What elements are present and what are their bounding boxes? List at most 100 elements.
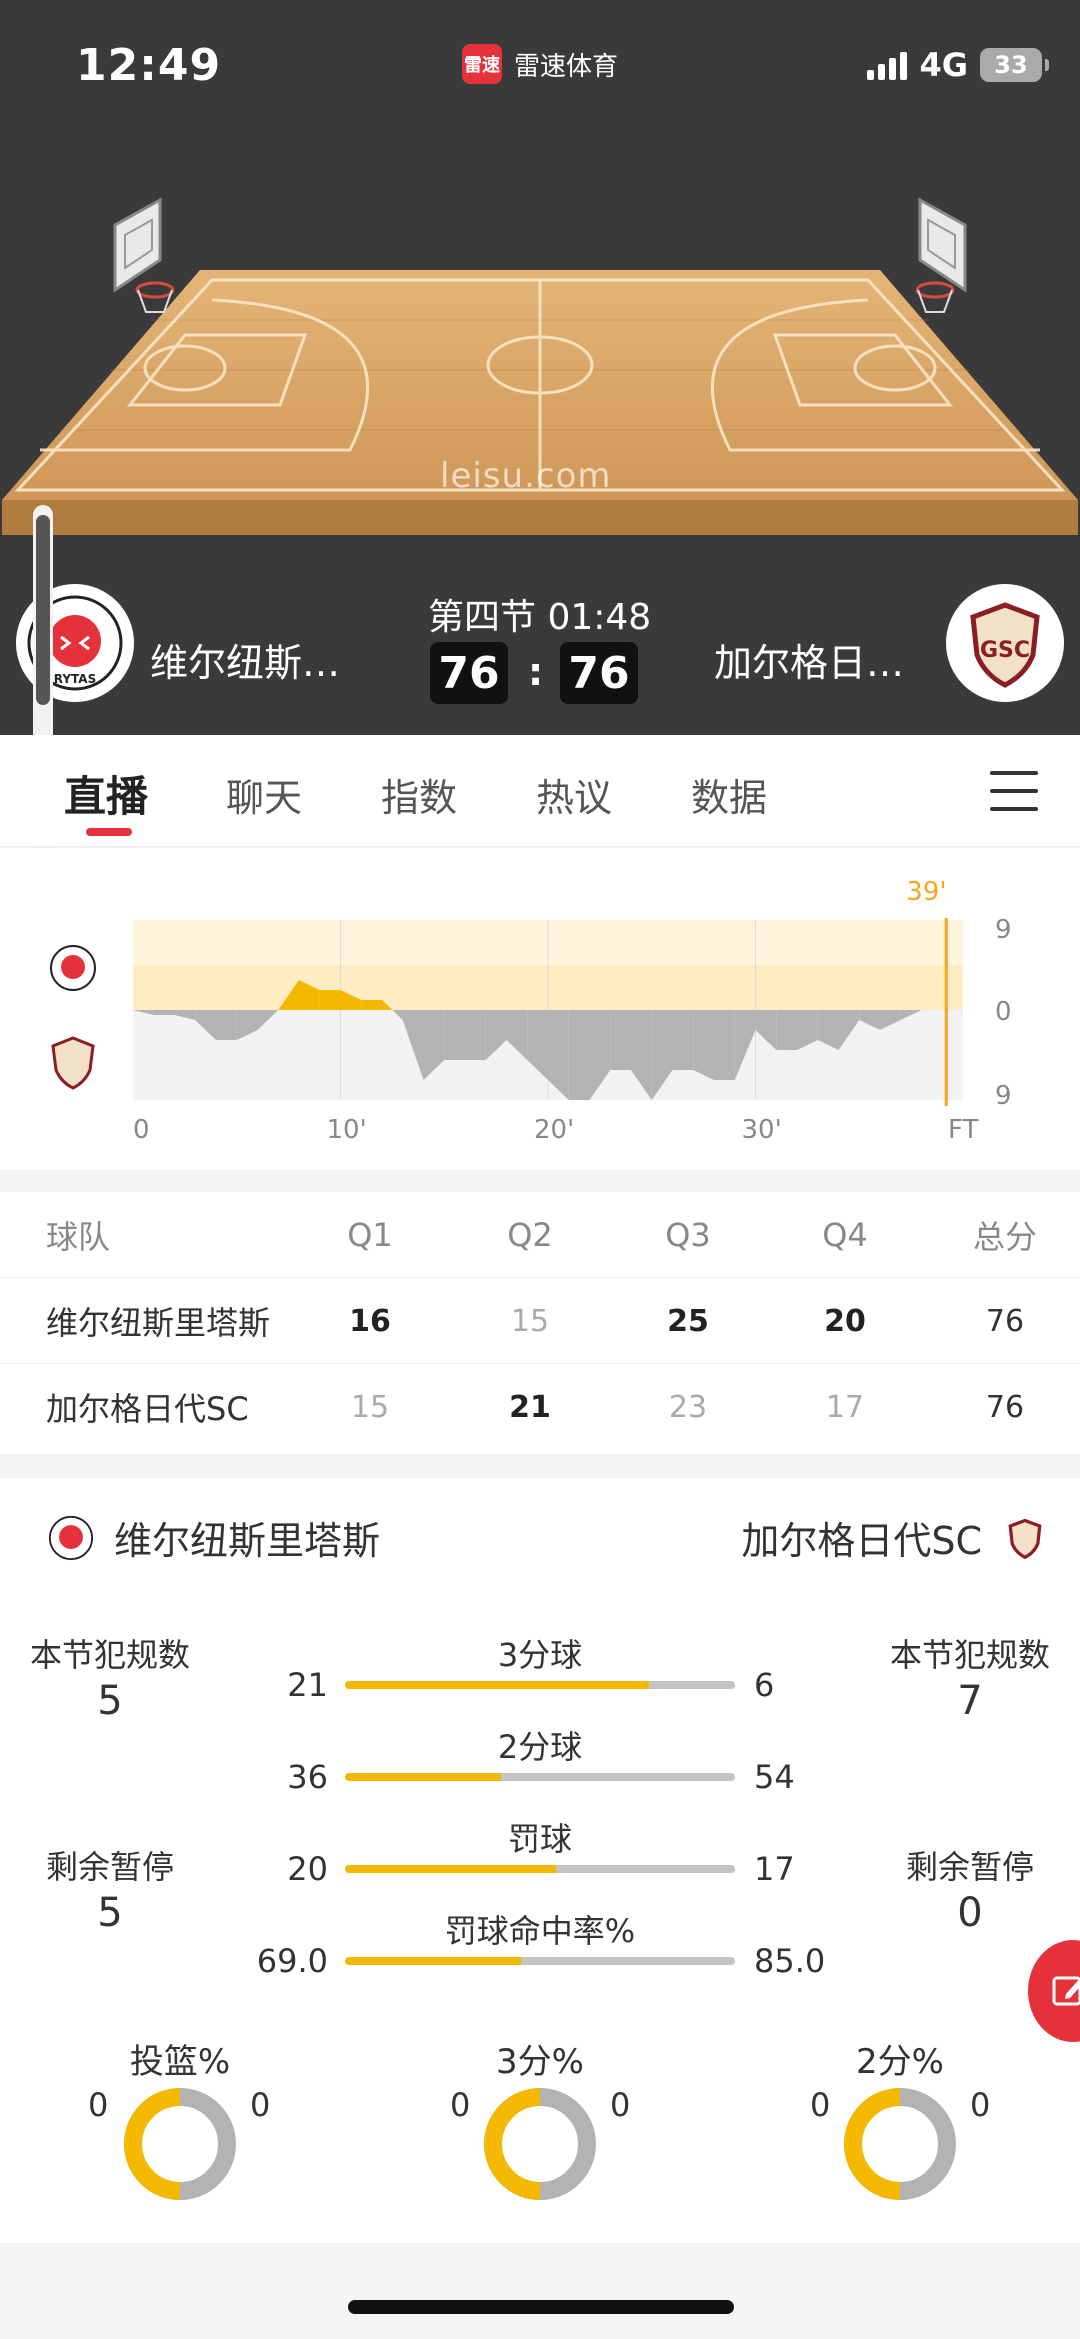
status-time: 12:49 bbox=[76, 40, 222, 91]
active-tab-indicator bbox=[86, 828, 132, 836]
stats-away-team-name: 加尔格日代SC bbox=[741, 1519, 982, 1563]
scrollbar-thumb[interactable] bbox=[36, 515, 50, 705]
bar-home-3pt: 21 bbox=[287, 1666, 328, 1704]
basketball-court-illustration bbox=[2, 197, 1078, 535]
bar-fill-ft bbox=[345, 1865, 556, 1873]
bar-track-2pt bbox=[345, 1773, 735, 1781]
row-q1: 16 bbox=[349, 1303, 391, 1339]
away-timeouts-label: 剩余暂停 bbox=[905, 1848, 1034, 1886]
momentum-area-segment bbox=[672, 1010, 694, 1070]
home-timeouts-label: 剩余暂停 bbox=[45, 1848, 174, 1886]
row-team-name: 加尔格日代SC bbox=[46, 1390, 249, 1428]
match-detail-page: 12:49 雷速 雷速体育 4G 33 leisu.com RYTAS 维尔纽斯… bbox=[0, 0, 1080, 2339]
donut-2pt bbox=[844, 2088, 956, 2200]
momentum-area-segment bbox=[776, 1010, 797, 1050]
row-q4: 17 bbox=[825, 1389, 865, 1425]
x-tick-label: 20' bbox=[534, 1115, 574, 1145]
away-team-name[interactable]: 加尔格日… bbox=[714, 632, 904, 687]
ring-home-3pt: 0 bbox=[450, 2086, 471, 2124]
menu-icon[interactable] bbox=[990, 771, 1038, 811]
home-team-name[interactable]: 维尔纽斯… bbox=[150, 632, 340, 687]
home-score: 76 bbox=[430, 642, 508, 704]
watermark: leisu.com bbox=[440, 456, 612, 496]
tab-odds[interactable]: 指数 bbox=[381, 767, 457, 822]
edit-icon bbox=[1052, 1976, 1080, 2006]
table-header-row: 球队 Q1 Q2 Q3 Q4 总分 bbox=[0, 1192, 1080, 1278]
away-fouls-label: 本节犯规数 bbox=[889, 1636, 1050, 1674]
momentum-area-segment bbox=[216, 1010, 237, 1040]
away-timeouts-value: 0 bbox=[957, 1890, 983, 1936]
tab-live[interactable]: 直播 bbox=[64, 763, 148, 824]
momentum-area-segment bbox=[610, 1010, 631, 1070]
bar-label-ft: 罚球 bbox=[507, 1820, 572, 1858]
donut-fg bbox=[124, 2088, 236, 2200]
ring-away-fg: 0 bbox=[250, 2086, 271, 2124]
stats-home-team-name: 维尔纽斯里塔斯 bbox=[114, 1519, 381, 1563]
bar-track-ft bbox=[345, 1865, 735, 1873]
bar-track-ft-pct bbox=[345, 1957, 735, 1965]
period-clock: 第四节 01:48 bbox=[428, 597, 652, 638]
match-header: 12:49 雷速 雷速体育 4G 33 leisu.com RYTAS 维尔纽斯… bbox=[0, 0, 1080, 735]
ring-label-fg: 投篮% bbox=[129, 2042, 231, 2082]
app-logo-icon: 雷速 bbox=[462, 44, 502, 84]
home-indicator[interactable] bbox=[348, 2300, 734, 2314]
home-fouls-value: 5 bbox=[97, 1678, 123, 1724]
bar-away-ft-pct: 85.0 bbox=[754, 1942, 826, 1980]
hoop-right-icon bbox=[915, 197, 967, 313]
ring-away-3pt: 0 bbox=[610, 2086, 631, 2124]
away-team-logo[interactable]: GSC bbox=[946, 584, 1064, 702]
away-shield-icon bbox=[51, 1036, 95, 1090]
donut-3pt bbox=[484, 2088, 596, 2200]
app-name: 雷速体育 bbox=[514, 51, 619, 82]
row-q2: 15 bbox=[510, 1303, 550, 1339]
ring-label-3pt: 3分% bbox=[496, 2042, 584, 2082]
home-timeouts-value: 5 bbox=[97, 1890, 123, 1936]
bar-track-3pt bbox=[345, 1681, 735, 1689]
momentum-area-segment bbox=[568, 1010, 590, 1100]
stats-home-team: 维尔纽斯里塔斯 bbox=[46, 1510, 380, 1565]
bar-away-2pt: 54 bbox=[754, 1758, 795, 1796]
quarter-score-table: 球队 Q1 Q2 Q3 Q4 总分 维尔纽斯里塔斯 16 15 25 20 76… bbox=[0, 1192, 1080, 1454]
tab-discussion[interactable]: 热议 bbox=[536, 767, 612, 822]
table-row: 加尔格日代SC 15 21 23 17 76 bbox=[0, 1364, 1080, 1450]
battery-icon: 33 bbox=[980, 48, 1049, 82]
row-q4: 20 bbox=[824, 1303, 866, 1339]
bar-label-2pt: 2分球 bbox=[497, 1728, 583, 1766]
momentum-area-segment bbox=[319, 990, 341, 1010]
home-lion-icon bbox=[46, 1512, 96, 1563]
header-q3: Q3 bbox=[665, 1216, 711, 1254]
team-stats-panel: 维尔纽斯里塔斯 加尔格日代SC 本节犯规数 5 本节犯规数 7 剩余暂停 5 剩… bbox=[0, 1478, 1080, 2243]
home-fouls-label: 本节犯规数 bbox=[29, 1636, 190, 1674]
tab-chat[interactable]: 聊天 bbox=[226, 767, 302, 822]
current-minute-label: 39' bbox=[906, 877, 946, 907]
bar-home-ft: 20 bbox=[287, 1850, 328, 1888]
momentum-area-segment bbox=[153, 1010, 175, 1015]
row-total: 76 bbox=[985, 1303, 1025, 1339]
bar-away-ft: 17 bbox=[754, 1850, 795, 1888]
momentum-area-segment bbox=[444, 1010, 465, 1060]
row-q1: 15 bbox=[350, 1389, 390, 1425]
hoop-left-icon bbox=[113, 197, 175, 313]
bar-fill-ft-pct bbox=[345, 1957, 521, 1965]
status-bar: 12:49 雷速 雷速体育 4G 33 bbox=[0, 0, 1080, 130]
svg-text:GSC: GSC bbox=[980, 638, 1030, 663]
svg-text:RYTAS: RYTAS bbox=[54, 672, 96, 686]
header-team: 球队 bbox=[46, 1218, 111, 1256]
momentum-chart: 39' 9 0 9 0 10' 20' 30' FT bbox=[0, 848, 1080, 1170]
ring-label-2pt: 2分% bbox=[856, 2042, 944, 2082]
away-score: 76 bbox=[560, 642, 638, 704]
bar-fill-2pt bbox=[345, 1773, 501, 1781]
y-tick-label: 9 bbox=[995, 1081, 1012, 1111]
momentum-area-segment bbox=[465, 1010, 486, 1060]
bar-home-ft-pct: 69.0 bbox=[256, 1942, 328, 1980]
tab-data[interactable]: 数据 bbox=[691, 767, 767, 822]
momentum-area-segment bbox=[361, 1000, 382, 1010]
row-q2: 21 bbox=[509, 1389, 551, 1425]
network-type: 4G bbox=[919, 46, 968, 84]
stats-away-team: 加尔格日代SC bbox=[741, 1510, 1050, 1565]
momentum-svg: 39' 9 0 9 0 10' 20' 30' FT bbox=[50, 877, 1012, 1145]
bar-away-3pt: 6 bbox=[754, 1666, 775, 1704]
x-tick-label: 30' bbox=[742, 1115, 782, 1145]
row-team-name: 维尔纽斯里塔斯 bbox=[46, 1304, 271, 1342]
score-separator: : bbox=[528, 650, 544, 694]
